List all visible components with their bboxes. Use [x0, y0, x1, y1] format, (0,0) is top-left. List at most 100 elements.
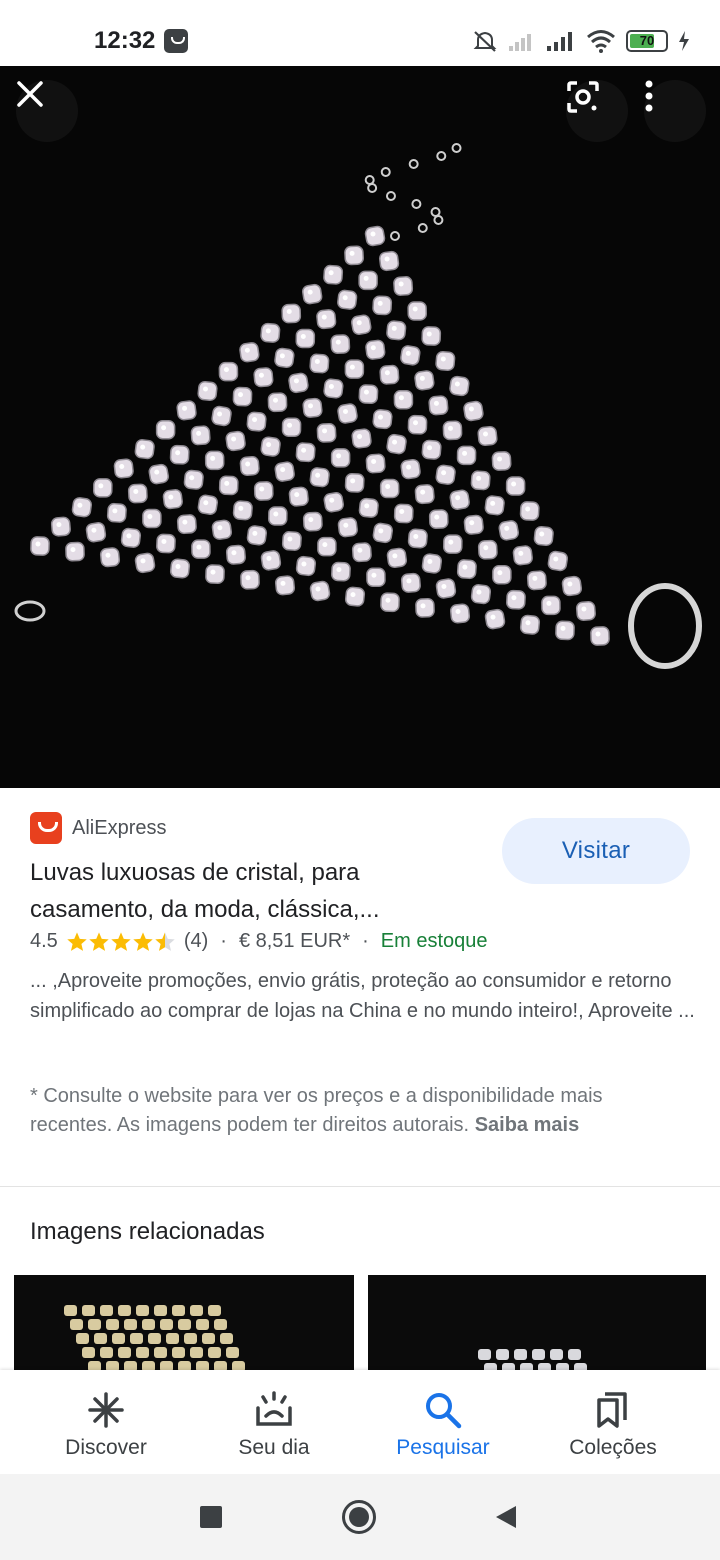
crystal [148, 463, 169, 485]
crystal-shine [497, 456, 503, 462]
crystal [88, 1319, 101, 1330]
crystal [386, 433, 407, 455]
crystal-shine [223, 367, 229, 373]
crystal [113, 458, 134, 479]
search-icon [426, 1393, 462, 1429]
crystal [208, 1305, 221, 1316]
crystal [414, 370, 435, 391]
crystal-shine [112, 508, 118, 514]
crystal [302, 397, 323, 418]
crystal-shine [286, 309, 292, 314]
product-image[interactable] [0, 66, 720, 788]
crystal-shine [343, 522, 349, 528]
crystal-shine [287, 536, 293, 542]
recents-button[interactable] [200, 1506, 222, 1528]
crystal-shine [426, 331, 432, 337]
crystal [561, 575, 583, 597]
crystal-shine [483, 431, 488, 437]
nav-colecoes[interactable]: Coleções [529, 1370, 697, 1474]
chain-link [451, 143, 462, 153]
nav-seu-dia[interactable]: Seu dia [190, 1370, 358, 1474]
crystal-shine [419, 375, 425, 381]
rating-value: 4.5 [30, 930, 58, 952]
crystal [100, 1305, 113, 1316]
crystal-shine [315, 586, 321, 592]
crystal [428, 509, 449, 529]
crystal [76, 1333, 89, 1344]
crystal [239, 342, 260, 363]
more-options-button[interactable] [644, 80, 706, 142]
crystal [218, 361, 239, 382]
crystal [428, 395, 449, 416]
crystal-shine [356, 320, 362, 326]
crystal [505, 476, 526, 496]
crystal [178, 1319, 191, 1330]
visit-button[interactable]: Visitar [502, 818, 690, 884]
crystal [176, 514, 197, 535]
lens-button[interactable] [566, 80, 628, 142]
bookmarks-icon [597, 1392, 627, 1428]
home-button[interactable] [342, 1500, 376, 1534]
star-icon [155, 931, 175, 951]
crystal [526, 570, 547, 591]
crystal-shine [280, 580, 286, 586]
crystal-shine [210, 455, 216, 461]
product-description: ... ,Aproveite promoções, envio grátis, … [30, 970, 695, 1022]
close-icon [17, 81, 43, 107]
crystal [166, 1333, 179, 1344]
crystal-shine [364, 503, 370, 509]
nav-discover[interactable]: Discover [22, 1370, 190, 1474]
crystal [106, 1319, 119, 1330]
crystal [532, 1349, 545, 1360]
crystal [136, 1305, 149, 1316]
crystal [364, 225, 386, 247]
crystal-shine [203, 500, 209, 506]
crystal-shine [140, 558, 146, 564]
crystal-shine [398, 395, 404, 401]
crystal-shine [511, 481, 517, 487]
source[interactable]: AliExpress [30, 812, 166, 844]
crystal-shine [238, 505, 244, 511]
product-title[interactable]: Luvas luxuosas de cristal, para casament… [30, 854, 470, 928]
chain-link [433, 215, 444, 225]
crystal [281, 303, 302, 324]
crystal [477, 539, 498, 560]
battery-level: 70 [639, 33, 655, 48]
crystal-shine [217, 411, 223, 417]
close-button[interactable] [16, 80, 78, 142]
learn-more-link[interactable]: Saiba mais [475, 1114, 580, 1136]
crystal-shine [385, 597, 391, 603]
bottom-nav: Discover Seu dia Pesquisar Coleções [0, 1370, 720, 1474]
crystal [176, 400, 197, 421]
crystal [550, 1349, 563, 1360]
crystal [232, 386, 253, 407]
crystal-shine [405, 350, 411, 356]
rating-stars [66, 931, 176, 953]
related-image[interactable] [14, 1275, 354, 1371]
crystal [65, 541, 85, 562]
back-button[interactable] [494, 1504, 518, 1530]
source-name: AliExpress [72, 816, 167, 839]
related-image[interactable] [368, 1275, 706, 1371]
crystal-shine [147, 514, 153, 519]
disclaimer: * Consulte o website para ver os preços … [30, 1082, 690, 1140]
crystal-shine [335, 339, 341, 345]
crystal [112, 1333, 125, 1344]
crystal [225, 544, 246, 565]
crystal-shine [454, 381, 460, 387]
status-bar: 12:32 70 [0, 0, 720, 66]
crystal-shine [196, 430, 202, 436]
crystal-shine [567, 581, 573, 587]
crystal [124, 1319, 137, 1330]
crystal-shine [448, 539, 454, 545]
nav-pesquisar[interactable]: Pesquisar [359, 1370, 527, 1474]
crystal [421, 439, 442, 460]
crystal-shine [490, 500, 496, 506]
crystal [196, 1319, 209, 1330]
crystal [274, 347, 295, 369]
crystal [449, 375, 470, 397]
crystal-shine [182, 519, 188, 525]
crystal [365, 339, 386, 360]
star-icon [133, 931, 153, 951]
crystal [148, 1333, 161, 1344]
